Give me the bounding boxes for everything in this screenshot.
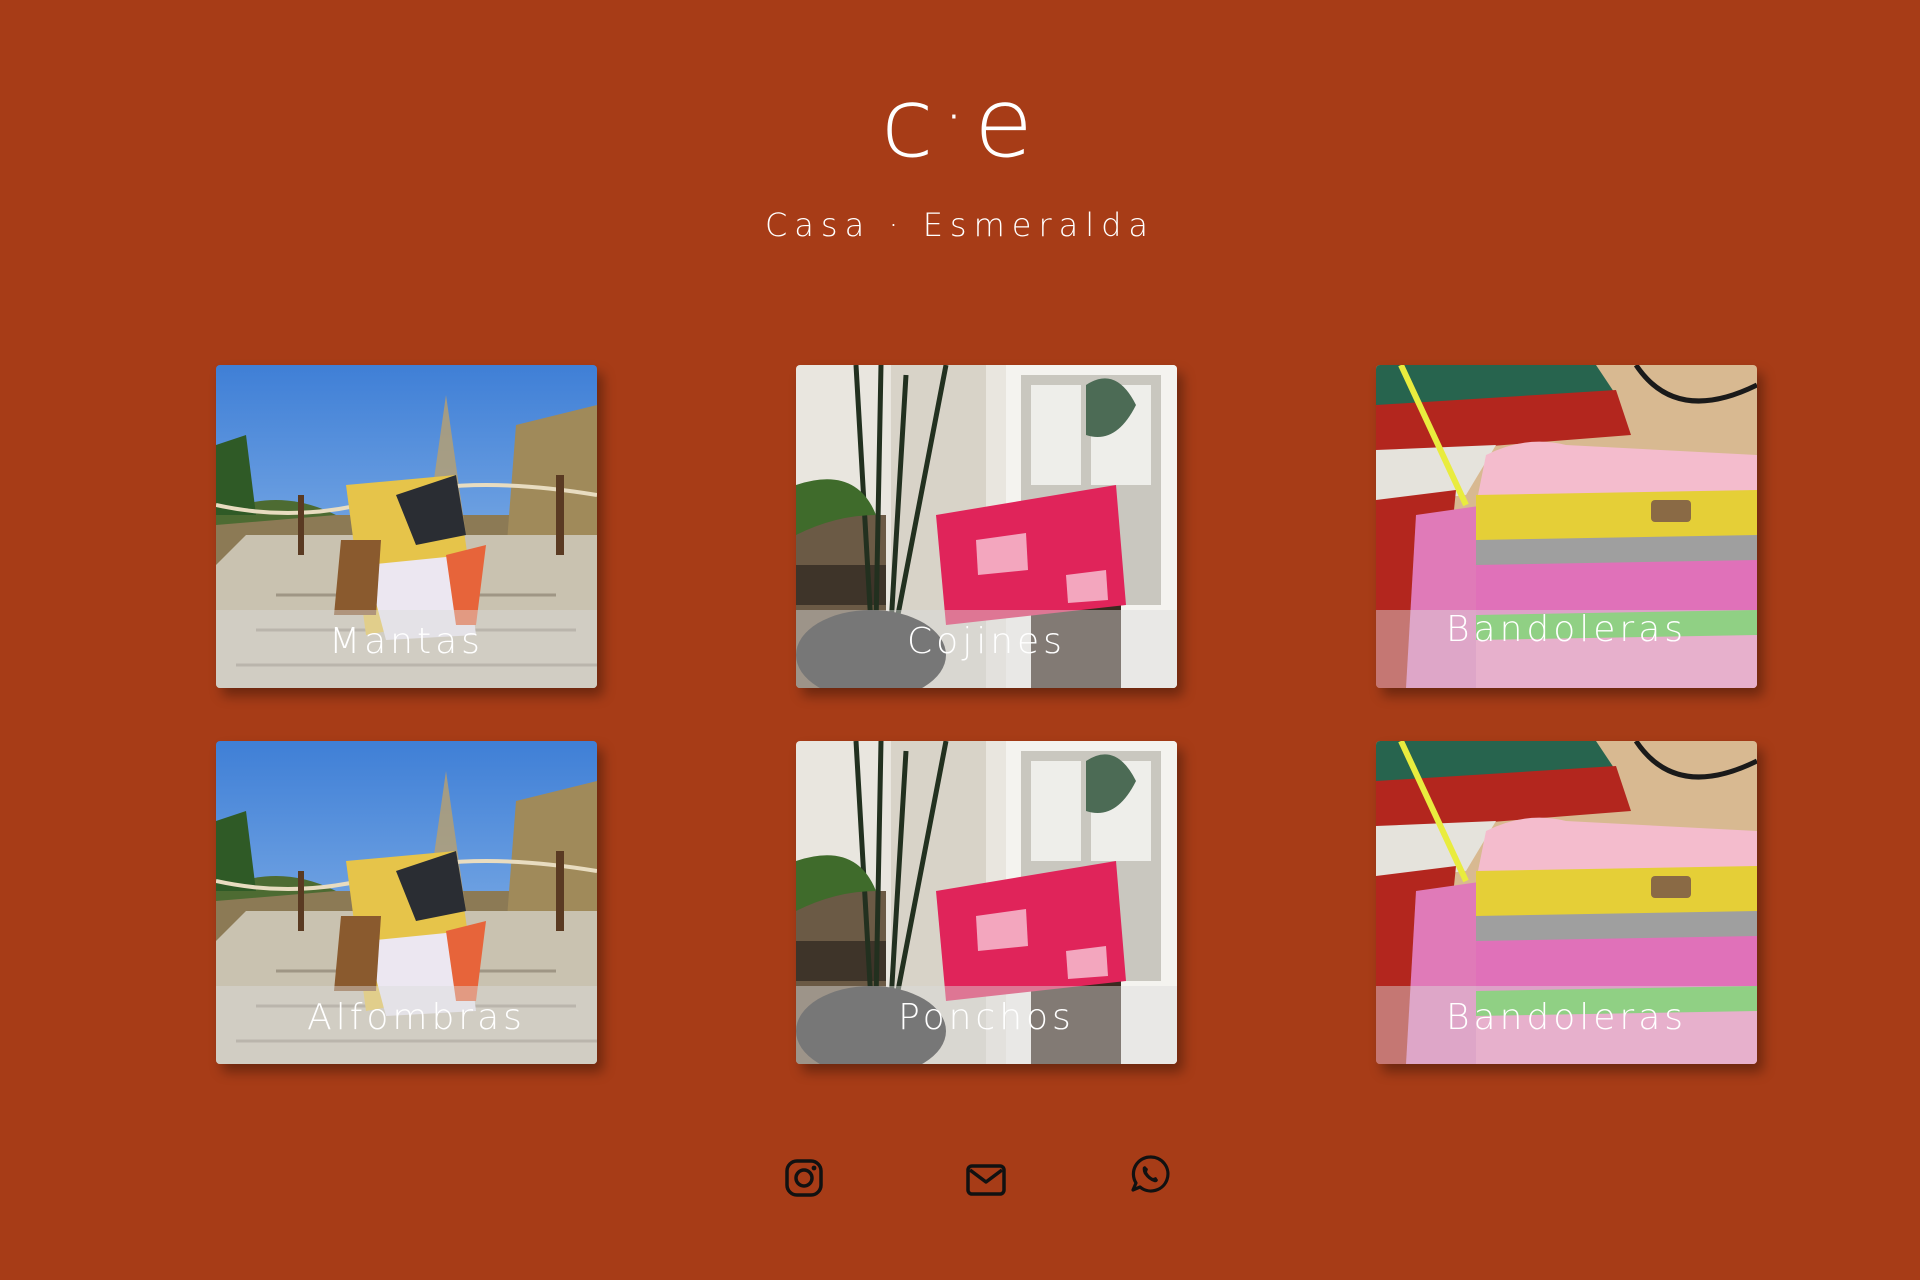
category-label: Cojines: [907, 621, 1066, 662]
instagram-link[interactable]: [782, 1156, 826, 1200]
category-label: Alfombras: [307, 997, 526, 1038]
category-card-bandoleras-2[interactable]: Bandoleras: [1376, 741, 1757, 1064]
brand-logo[interactable]: c·e: [0, 62, 1920, 178]
category-label: Ponchos: [898, 997, 1075, 1038]
email-link[interactable]: [964, 1158, 1008, 1202]
category-label: Bandoleras: [1445, 997, 1688, 1038]
category-label: Bandoleras: [1445, 609, 1688, 650]
brand-subtitle: Casa · Esmeralda: [764, 206, 1156, 244]
category-card-mantas[interactable]: Mantas: [216, 365, 597, 688]
category-card-alfombras[interactable]: Alfombras: [216, 741, 597, 1064]
social-links: [0, 1152, 1920, 1202]
category-label: Mantas: [329, 621, 484, 662]
category-card-cojines[interactable]: Cojines: [796, 365, 1177, 688]
logo-letter-e: e: [974, 67, 1040, 179]
logo-dot: ·: [943, 80, 971, 154]
whatsapp-icon: [1131, 1155, 1170, 1193]
envelope-icon: [966, 1164, 1006, 1196]
category-card-bandoleras[interactable]: Bandoleras: [1376, 365, 1757, 688]
category-card-ponchos[interactable]: Ponchos: [796, 741, 1177, 1064]
instagram-icon: [785, 1159, 823, 1197]
logo-letter-c: c: [880, 67, 940, 179]
whatsapp-link[interactable]: [1128, 1152, 1172, 1196]
